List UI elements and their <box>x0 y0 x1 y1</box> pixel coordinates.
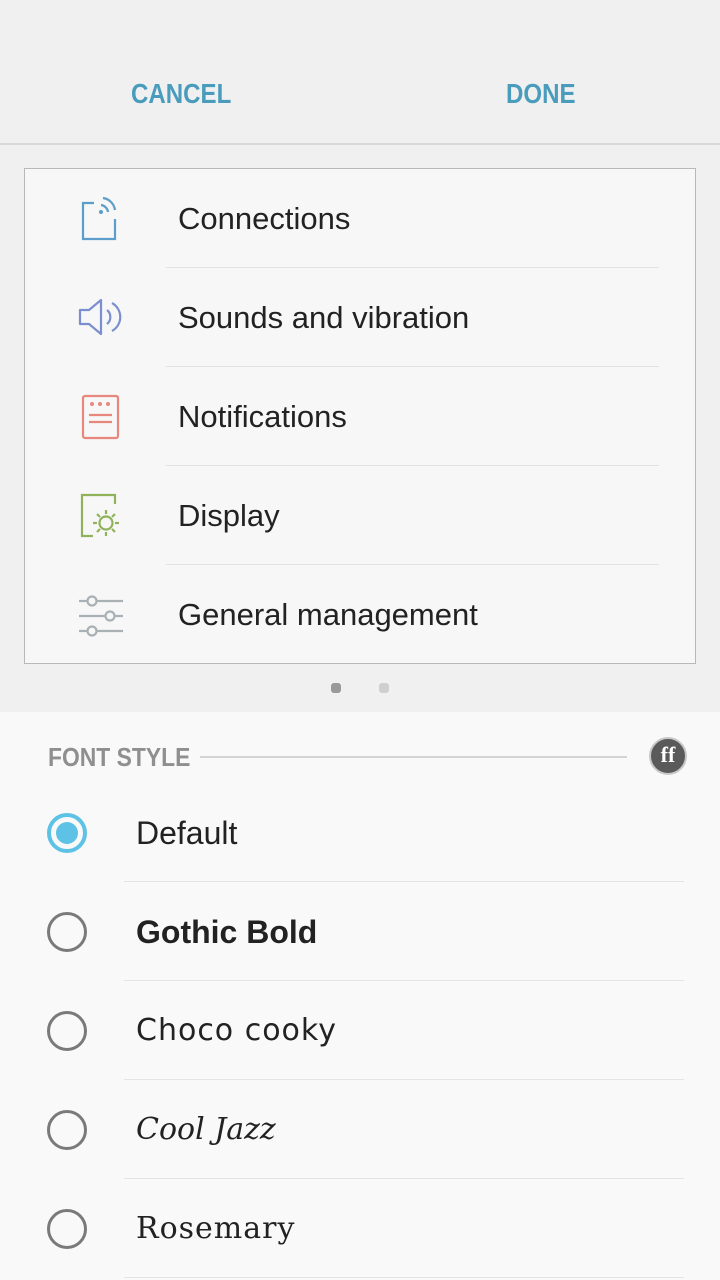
radio-button[interactable] <box>47 1209 87 1249</box>
speaker-icon <box>78 298 122 336</box>
preview-item-label: Notifications <box>178 399 347 434</box>
font-option-label: Choco cooky <box>136 1013 337 1048</box>
font-option-choco-cooky[interactable]: Choco cooky <box>0 981 720 1080</box>
font-option-label: Gothic Bold <box>136 914 318 950</box>
ff-glyph: ff <box>660 742 676 767</box>
top-action-bar: CANCEL DONE <box>0 0 720 145</box>
section-title: FONT STYLE <box>48 742 191 772</box>
font-option-label: Default <box>136 815 238 851</box>
page-dot[interactable] <box>379 683 389 693</box>
display-brightness-icon <box>80 493 119 538</box>
font-option-default[interactable]: Default <box>0 783 720 882</box>
preview-item-sounds: Sounds and vibration <box>25 268 695 367</box>
sliders-icon <box>79 595 123 637</box>
font-option-gothic-bold[interactable]: Gothic Bold <box>0 882 720 981</box>
preview-item-label: Connections <box>178 201 351 236</box>
preview-item-display: Display <box>25 466 695 565</box>
preview-item-notifications: Notifications <box>25 367 695 466</box>
divider <box>124 1277 684 1278</box>
section-divider <box>200 756 627 758</box>
preview-item-general-management: General management <box>25 565 695 664</box>
preview-item-connections: Connections <box>25 169 695 268</box>
font-style-panel: FONT STYLE ff Default Gothic Bold Choco … <box>0 712 720 1280</box>
page-dot-active[interactable] <box>331 683 341 693</box>
radio-button[interactable] <box>47 1011 87 1051</box>
preview-item-label: Display <box>178 498 280 533</box>
font-option-label: Cool Jazz <box>136 1112 276 1147</box>
connections-icon <box>81 196 117 241</box>
radio-button[interactable] <box>47 912 87 952</box>
font-option-label: Rosemary <box>136 1211 296 1246</box>
font-option-rosemary[interactable]: Rosemary <box>0 1179 720 1278</box>
radio-button[interactable] <box>47 1110 87 1150</box>
font-preview-card: Connections Sounds and vibration Notific… <box>24 168 696 664</box>
preview-item-label: General management <box>178 597 478 632</box>
preview-item-label: Sounds and vibration <box>178 300 470 335</box>
font-option-cool-jazz[interactable]: Cool Jazz <box>0 1080 720 1179</box>
notifications-icon <box>81 394 120 440</box>
done-button[interactable]: DONE <box>506 78 576 110</box>
page-indicator <box>0 683 720 695</box>
cancel-button[interactable]: CANCEL <box>131 78 231 110</box>
download-fonts-icon[interactable]: ff <box>649 737 687 775</box>
radio-button-selected[interactable] <box>47 813 87 853</box>
